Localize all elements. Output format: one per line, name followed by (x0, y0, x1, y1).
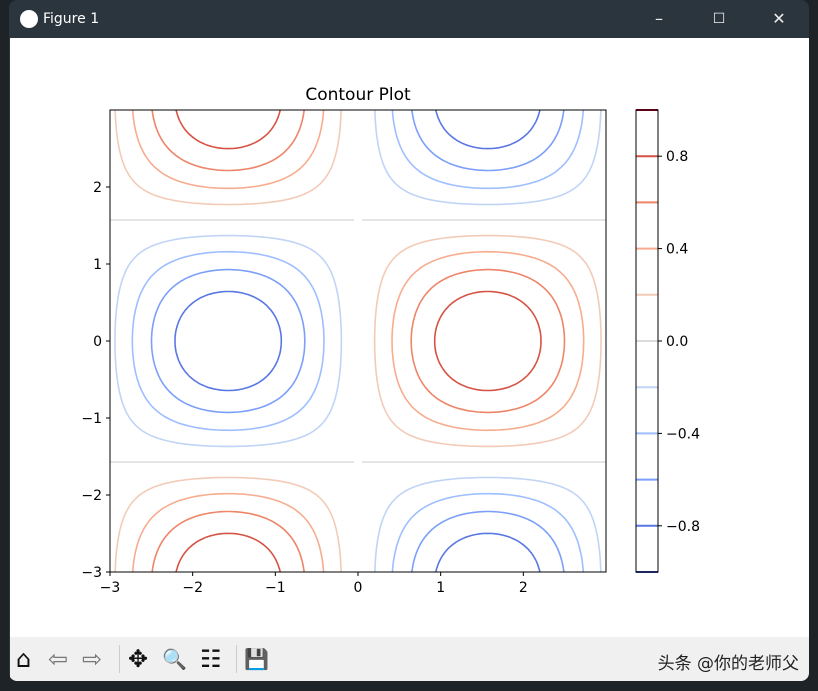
colorbar-tick-label: −0.4 (666, 426, 700, 442)
x-tick-label: 2 (519, 580, 528, 596)
x-tick-label: −1 (265, 580, 286, 596)
matplotlib-icon (20, 10, 38, 28)
minimize-button[interactable]: – (639, 6, 679, 32)
figure-canvas[interactable]: Contour Plot −3 −2 −1 0 1 2 −3 −2 −1 0 1 2 0.8 0.4 0.0 −… (10, 38, 809, 637)
contour-line (114, 109, 602, 573)
y-tick-label: 1 (93, 257, 102, 273)
x-tick-label: 0 (354, 580, 363, 596)
colorbar-tick-label: 0.4 (666, 242, 688, 258)
watermark: 头条 @你的老师父 (657, 654, 799, 674)
zoom-icon[interactable]: 🔍 (162, 645, 187, 673)
contour-line (174, 109, 541, 573)
x-tick-label: 1 (436, 580, 445, 596)
colorbar-tick-label: 0.8 (666, 149, 688, 165)
figure-window: Figure 1 – ☐ ✕ Contour Plot −3 −2 −1 0 1 2 −3 −2… (9, 0, 809, 681)
contour-line (114, 109, 602, 573)
contour-line (131, 109, 585, 573)
x-tick-label: −2 (182, 580, 203, 596)
colorbar-tick-label: −0.8 (666, 519, 700, 535)
x-tick-label: −3 (100, 580, 121, 596)
contour-line (150, 109, 565, 573)
contour-line (175, 109, 542, 573)
toolbar-separator (119, 645, 120, 673)
navigation-toolbar: ⌂ ⇦ ⇨ ✥ 🔍 ☷ 💾 头条 @你的老师父 (10, 637, 809, 681)
save-icon[interactable]: 💾 (244, 645, 269, 673)
back-icon[interactable]: ⇦ (48, 645, 68, 673)
chart-title: Contour Plot (305, 85, 411, 105)
axes-frame (109, 109, 607, 573)
home-icon[interactable]: ⌂ (16, 645, 31, 673)
contour-plot: Contour Plot −3 −2 −1 0 1 2 −3 −2 −1 0 1 2 0.8 0.4 0.0 −… (81, 85, 700, 596)
contour-line (151, 109, 566, 573)
configure-subplots-icon[interactable]: ☷ (200, 645, 222, 673)
y-tick-label: −1 (81, 411, 102, 427)
y-tick-label: 0 (93, 334, 102, 350)
y-tick-label: −3 (81, 565, 102, 581)
pan-icon[interactable]: ✥ (128, 645, 148, 673)
title-bar: Figure 1 – ☐ ✕ (9, 0, 809, 38)
toolbar-separator (236, 645, 237, 673)
colorbar-tick-label: 0.0 (666, 334, 688, 350)
y-tick-label: −2 (81, 488, 102, 504)
window-title: Figure 1 (43, 11, 100, 27)
forward-icon[interactable]: ⇨ (82, 645, 102, 673)
maximize-button[interactable]: ☐ (699, 6, 739, 32)
contour-line (131, 109, 585, 573)
y-tick-label: 2 (93, 180, 102, 196)
close-button[interactable]: ✕ (759, 6, 799, 32)
contour-line (110, 219, 606, 463)
